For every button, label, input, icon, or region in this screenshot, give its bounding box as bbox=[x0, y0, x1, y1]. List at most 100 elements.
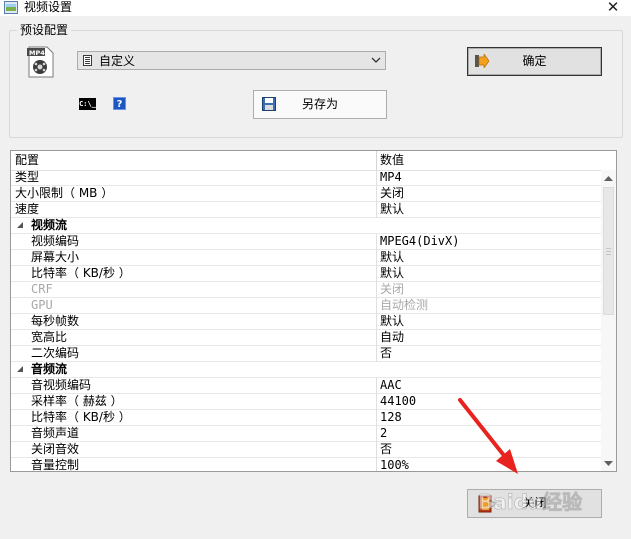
row-value[interactable]: 默认 bbox=[380, 266, 404, 281]
category-label: 音频流 bbox=[31, 362, 68, 376]
grid-header: 配置 数值 bbox=[11, 151, 601, 171]
row-label: 屏幕大小 bbox=[31, 250, 80, 264]
scroll-up-icon[interactable] bbox=[601, 172, 616, 186]
row-value[interactable]: 默认 bbox=[380, 314, 404, 329]
grid-row-speed[interactable]: 速度 默认 bbox=[11, 202, 601, 218]
column-divider bbox=[376, 378, 377, 394]
column-divider bbox=[376, 266, 377, 282]
row-label: 类型 bbox=[15, 170, 40, 184]
grid-row-crf: CRF 关闭 bbox=[11, 282, 601, 298]
video-settings-app-icon bbox=[4, 1, 18, 14]
grid-header-value[interactable]: 数值 bbox=[380, 151, 404, 170]
column-divider bbox=[376, 202, 377, 218]
ok-button[interactable]: 确定 bbox=[467, 47, 602, 76]
row-value[interactable]: 100% bbox=[380, 458, 409, 471]
row-label: 比特率（ KB/秒 ） bbox=[31, 266, 131, 280]
title-bar bbox=[0, 0, 631, 16]
row-value[interactable]: 否 bbox=[380, 442, 392, 457]
row-value[interactable]: MP4 bbox=[380, 170, 402, 185]
column-divider bbox=[376, 442, 377, 458]
grid-row-fps[interactable]: 每秒帧数 默认 bbox=[11, 314, 601, 330]
row-label: GPU bbox=[31, 298, 53, 312]
row-label: 音频声道 bbox=[31, 426, 80, 440]
row-label: 速度 bbox=[15, 202, 40, 216]
column-divider bbox=[376, 458, 377, 471]
preset-group-label: 预设配置 bbox=[17, 23, 72, 37]
grid-row-video-bitrate[interactable]: 比特率（ KB/秒 ） 默认 bbox=[11, 266, 601, 282]
row-label: 关闭音效 bbox=[31, 442, 80, 456]
row-label: 每秒帧数 bbox=[31, 314, 80, 328]
row-label: 比特率（ KB/秒 ） bbox=[31, 410, 131, 424]
row-value[interactable]: 默认 bbox=[380, 202, 404, 217]
row-value[interactable]: 44100 bbox=[380, 394, 416, 409]
mp4-file-icon: MP4 bbox=[27, 46, 54, 78]
chevron-down-icon bbox=[371, 57, 381, 63]
column-divider bbox=[376, 234, 377, 250]
grid-category-video-stream[interactable]: 视频流 bbox=[11, 218, 601, 234]
row-value[interactable]: 否 bbox=[380, 346, 392, 361]
window-close-button[interactable]: ✕ bbox=[603, 0, 623, 15]
row-value[interactable]: 默认 bbox=[380, 250, 404, 265]
column-divider bbox=[376, 298, 377, 314]
column-divider bbox=[376, 346, 377, 362]
grid-row-sample-rate[interactable]: 采样率（ 赫兹 ） 44100 bbox=[11, 394, 601, 410]
grid-row-screen-size[interactable]: 屏幕大小 默认 bbox=[11, 250, 601, 266]
row-label: 视频编码 bbox=[31, 234, 80, 248]
row-value[interactable]: AAC bbox=[380, 378, 402, 393]
window-title: 视频设置 bbox=[24, 0, 73, 14]
column-divider bbox=[376, 394, 377, 410]
row-value[interactable]: 2 bbox=[380, 426, 387, 441]
close-button[interactable]: 关闭 bbox=[467, 489, 602, 518]
row-label: 音量控制 bbox=[31, 458, 80, 472]
scroll-down-icon[interactable] bbox=[601, 456, 616, 470]
grid-row-video-codec[interactable]: 视频编码 MPEG4(DivX) bbox=[11, 234, 601, 250]
column-divider bbox=[376, 186, 377, 202]
column-divider bbox=[376, 282, 377, 298]
row-value[interactable]: 自动 bbox=[380, 330, 404, 345]
grid-rows: 类型 MP4 大小限制（ MB ） 关闭 速度 默认 视频流 视频编码 MPEG… bbox=[11, 170, 601, 472]
row-label: 大小限制（ MB ） bbox=[15, 186, 114, 200]
save-as-button[interactable]: 另存为 bbox=[253, 90, 387, 119]
save-as-button-label: 另存为 bbox=[301, 97, 338, 111]
row-label: 音视频编码 bbox=[31, 378, 92, 392]
column-divider bbox=[376, 330, 377, 346]
row-value[interactable]: 128 bbox=[380, 410, 402, 425]
grid-row-aspect-ratio[interactable]: 宽高比 自动 bbox=[11, 330, 601, 346]
grid-header-name[interactable]: 配置 bbox=[15, 151, 39, 170]
column-divider bbox=[376, 426, 377, 442]
row-label: CRF bbox=[31, 282, 53, 296]
thumb-grip-line bbox=[606, 251, 611, 252]
help-icon[interactable]: ? bbox=[113, 97, 126, 110]
preset-dropdown-value: 自定义 bbox=[99, 54, 136, 68]
grid-category-audio-stream[interactable]: 音频流 bbox=[11, 362, 601, 378]
grid-row-audio-codec[interactable]: 音视频编码 AAC bbox=[11, 378, 601, 394]
column-divider bbox=[376, 250, 377, 266]
column-divider bbox=[376, 170, 377, 186]
grid-header-divider[interactable] bbox=[376, 151, 377, 170]
grid-row-two-pass[interactable]: 二次编码 否 bbox=[11, 346, 601, 362]
grid-row-size-limit[interactable]: 大小限制（ MB ） 关闭 bbox=[11, 186, 601, 202]
grid-row-mute[interactable]: 关闭音效 否 bbox=[11, 442, 601, 458]
combo-item-icon bbox=[83, 55, 92, 66]
grid-scrollbar[interactable] bbox=[601, 170, 616, 471]
scroll-thumb[interactable] bbox=[603, 187, 614, 315]
settings-grid[interactable]: 配置 数值 类型 MP4 大小限制（ MB ） 关闭 速度 默认 视频流 视频编… bbox=[10, 150, 617, 472]
row-value[interactable]: 关闭 bbox=[380, 186, 404, 201]
grid-row-volume[interactable]: 音量控制 100% bbox=[11, 458, 601, 472]
close-button-label: 关闭 bbox=[522, 496, 547, 510]
thumb-grip-line bbox=[606, 254, 611, 255]
row-label: 宽高比 bbox=[31, 330, 68, 344]
column-divider bbox=[376, 314, 377, 330]
column-divider bbox=[376, 410, 377, 426]
grid-row-audio-channels[interactable]: 音频声道 2 bbox=[11, 426, 601, 442]
grid-row-type[interactable]: 类型 MP4 bbox=[11, 170, 601, 186]
collapse-triangle-icon[interactable] bbox=[17, 222, 24, 229]
collapse-triangle-icon[interactable] bbox=[17, 366, 24, 373]
row-value: 关闭 bbox=[380, 282, 405, 296]
preset-dropdown[interactable]: 自定义 bbox=[77, 51, 386, 70]
row-value: 自动检测 bbox=[380, 298, 429, 312]
console-icon[interactable]: C:\_ bbox=[79, 98, 96, 110]
grid-row-gpu: GPU 自动检测 bbox=[11, 298, 601, 314]
grid-row-audio-bitrate[interactable]: 比特率（ KB/秒 ） 128 bbox=[11, 410, 601, 426]
row-value[interactable]: MPEG4(DivX) bbox=[380, 234, 459, 249]
